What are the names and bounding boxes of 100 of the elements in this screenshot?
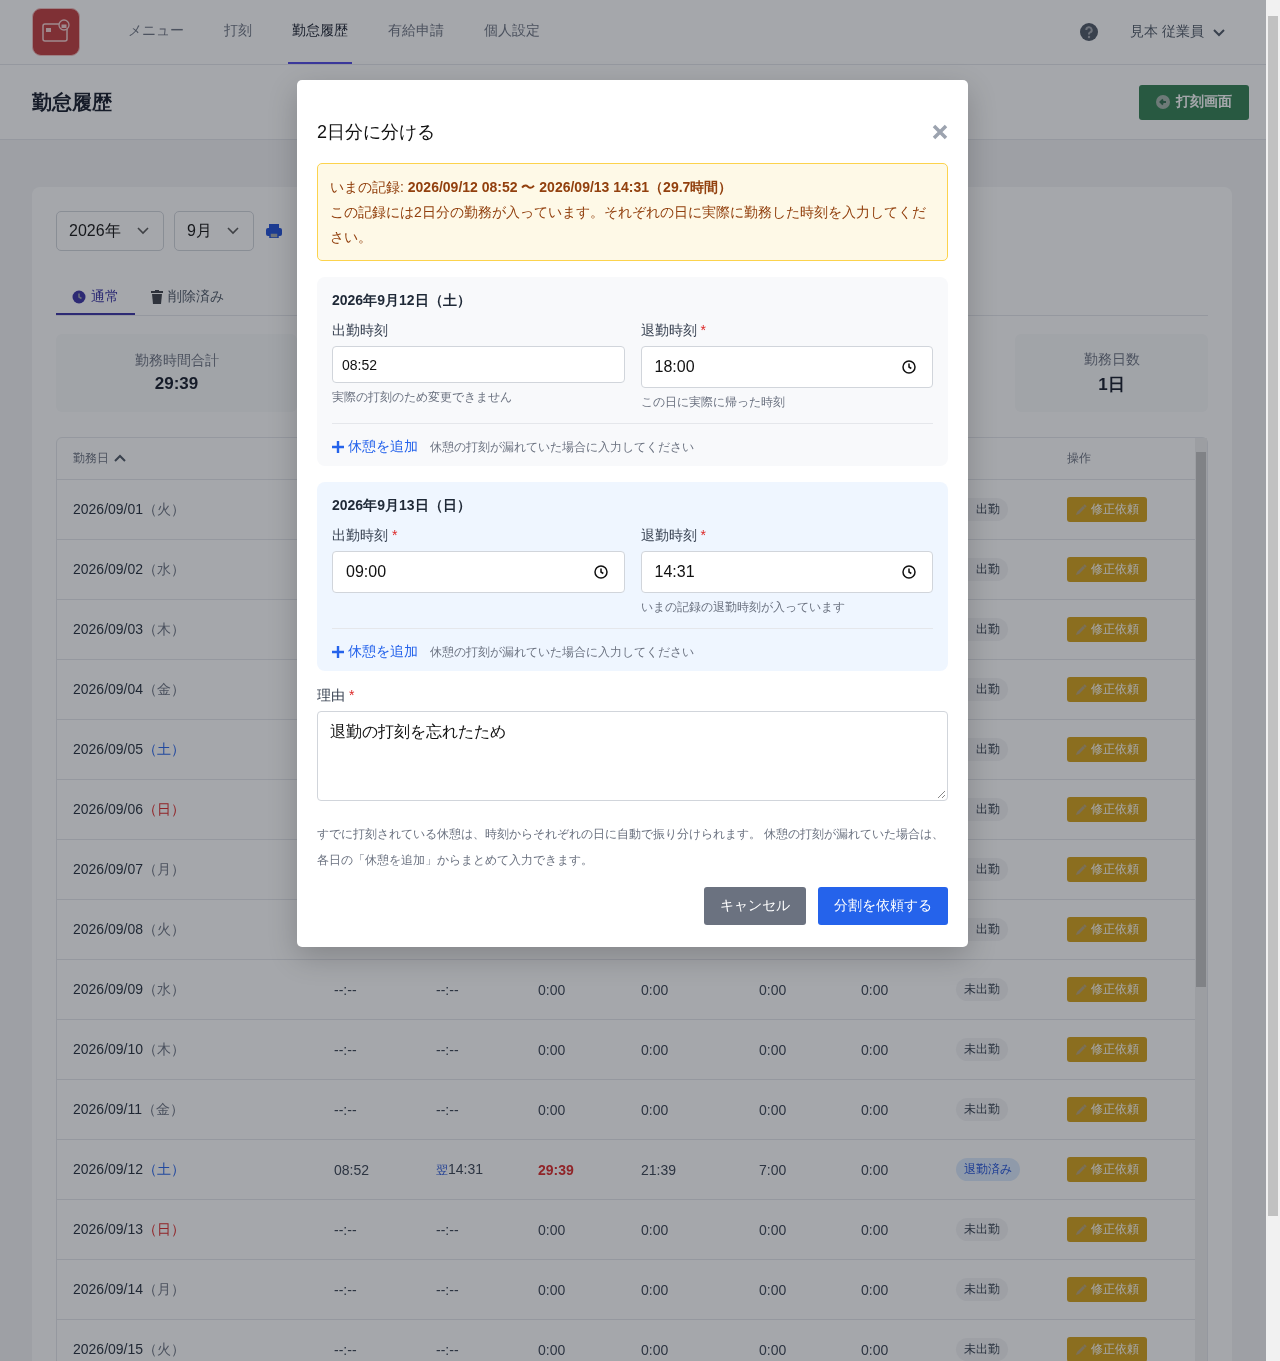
table-cell: --:--: [436, 1281, 459, 1298]
field-label: 退勤時刻 *: [640, 527, 707, 545]
date-cell: 2026/09/14（月）: [73, 1280, 186, 1297]
punch-screen-button[interactable]: 打刻画面: [1139, 84, 1249, 120]
sortable-column-header[interactable]: 勤務日: [73, 450, 126, 467]
weekday-label: （金）: [143, 680, 186, 697]
table-cell: --:--: [436, 1101, 459, 1118]
table-cell: 0:00: [538, 981, 566, 998]
year-select[interactable]: 2026年: [56, 211, 164, 251]
trash-icon: [151, 290, 163, 304]
date-cell: 2026/09/05（土）: [73, 740, 186, 757]
cancel-button[interactable]: キャンセル: [704, 887, 806, 925]
table-cell: 21:39: [641, 1161, 677, 1178]
reason-text-area[interactable]: 退勤の打刻を忘れたため: [317, 711, 948, 801]
pencil-icon: [1075, 503, 1087, 516]
nav-link[interactable]: 打刻: [204, 0, 272, 64]
chevron-down-icon: [1212, 27, 1226, 37]
field-hint: 実際の打刻のため変更できません: [332, 389, 513, 406]
status-badge: 未出勤: [956, 1278, 1008, 1301]
scrollbar[interactable]: [1266, 0, 1280, 1361]
table-cell: 0:00: [538, 1341, 566, 1358]
pencil-icon: [1075, 983, 1087, 996]
weekday-label: （日）: [143, 1220, 186, 1237]
weekday-label: （火）: [143, 500, 186, 517]
weekday-label: （日）: [143, 800, 186, 817]
stat-value: 29:39: [154, 374, 199, 394]
weekday-label: （火）: [143, 1340, 186, 1357]
weekday-label: （土）: [143, 740, 186, 757]
date-cell: 2026/09/09（水）: [73, 980, 186, 997]
clock-icon: [72, 290, 86, 304]
table-cell: --:--: [436, 1221, 459, 1238]
help-icon: [1080, 23, 1099, 41]
pencil-icon: [1075, 1343, 1087, 1356]
nav-link[interactable]: メニュー: [108, 0, 204, 64]
table-cell: --:--: [436, 1341, 459, 1358]
table-cell: 0:00: [641, 1041, 669, 1058]
submit-button[interactable]: 分割を依頼する: [818, 887, 948, 925]
tab[interactable]: 削除済み: [135, 281, 240, 315]
table-cell: 0:00: [861, 1341, 889, 1358]
print-link[interactable]: [266, 224, 282, 238]
date-cell: 2026/09/03（木）: [73, 620, 186, 637]
table-cell: 0:00: [538, 1281, 566, 1298]
status-badge: 退勤済み: [956, 1158, 1020, 1181]
add-break-link[interactable]: 休憩を追加: [332, 643, 418, 661]
table-cell: 0:00: [759, 1101, 787, 1118]
pencil-icon: [1075, 923, 1087, 936]
scrollbar[interactable]: [1195, 438, 1207, 1361]
time-input-field[interactable]: 09:00: [332, 551, 625, 593]
pencil-icon: [1075, 683, 1087, 696]
table-cell: 0:00: [861, 1221, 889, 1238]
pencil-icon: [1075, 1163, 1087, 1176]
time-input-field[interactable]: 18:00: [640, 346, 933, 388]
date-cell: 2026/09/04（金）: [73, 680, 186, 697]
edit-request-button[interactable]: 修正依頼: [1067, 1157, 1147, 1182]
resize-handle-icon: [936, 789, 946, 799]
app-logo[interactable]: [32, 8, 80, 56]
time-input-field[interactable]: 14:31: [640, 551, 933, 593]
weekday-label: （金）: [142, 1100, 185, 1117]
edit-request-button[interactable]: 修正依頼: [1067, 917, 1147, 942]
edit-request-button[interactable]: 修正依頼: [1067, 1217, 1147, 1242]
nav-link[interactable]: 有給申請: [368, 0, 464, 64]
close-icon: [932, 124, 948, 140]
user-menu[interactable]: 見本 従業員: [1130, 23, 1226, 41]
edit-request-button[interactable]: 修正依頼: [1067, 557, 1147, 582]
edit-request-button[interactable]: 修正依頼: [1067, 1277, 1147, 1302]
time-input-field[interactable]: 08:52: [332, 346, 625, 383]
edit-request-button[interactable]: 修正依頼: [1067, 617, 1147, 642]
table-cell: 0:00: [759, 1281, 787, 1298]
nav-link[interactable]: 個人設定: [464, 0, 560, 64]
pencil-icon: [1075, 743, 1087, 756]
edit-request-button[interactable]: 修正依頼: [1067, 1337, 1147, 1361]
edit-request-button[interactable]: 修正依頼: [1067, 1097, 1147, 1122]
chevron-down-icon: [227, 227, 239, 235]
field-label: 出勤時刻: [332, 322, 389, 340]
stat-value: 1日: [1098, 373, 1125, 396]
help-note: すでに打刻されている休憩は、時刻からそれぞれの日に自動で振り分けられます。 休憩の打刻が漏れていた場合は、各日の「休憩を追加」からまとめて入力できます。: [317, 826, 946, 869]
edit-request-button[interactable]: 修正依頼: [1067, 977, 1147, 1002]
edit-request-button[interactable]: 修正依頼: [1067, 737, 1147, 762]
table-cell: 0:00: [759, 1341, 787, 1358]
table-cell: --:--: [334, 981, 357, 998]
dialog-title: 2日分に分ける: [317, 121, 435, 144]
close-button[interactable]: [932, 124, 948, 140]
tab[interactable]: 通常: [56, 281, 135, 315]
table-cell: 翌14:31: [436, 1160, 484, 1177]
field-hint: この日に実際に帰った時刻: [640, 394, 786, 411]
pencil-icon: [1075, 863, 1087, 876]
add-break-link[interactable]: 休憩を追加: [332, 438, 418, 456]
table-cell: 08:52: [334, 1161, 370, 1178]
edit-request-button[interactable]: 修正依頼: [1067, 677, 1147, 702]
table-cell: --:--: [334, 1221, 357, 1238]
edit-request-button[interactable]: 修正依頼: [1067, 797, 1147, 822]
stat-label: 勤務日数: [1083, 350, 1140, 369]
edit-request-button[interactable]: 修正依頼: [1067, 1037, 1147, 1062]
month-select[interactable]: 9月: [174, 211, 254, 251]
pencil-icon: [1075, 1283, 1087, 1296]
edit-request-button[interactable]: 修正依頼: [1067, 497, 1147, 522]
table-cell: 0:00: [641, 981, 669, 998]
edit-request-button[interactable]: 修正依頼: [1067, 857, 1147, 882]
field-label: 理由 *: [317, 687, 356, 705]
weekday-label: （木）: [143, 620, 186, 637]
